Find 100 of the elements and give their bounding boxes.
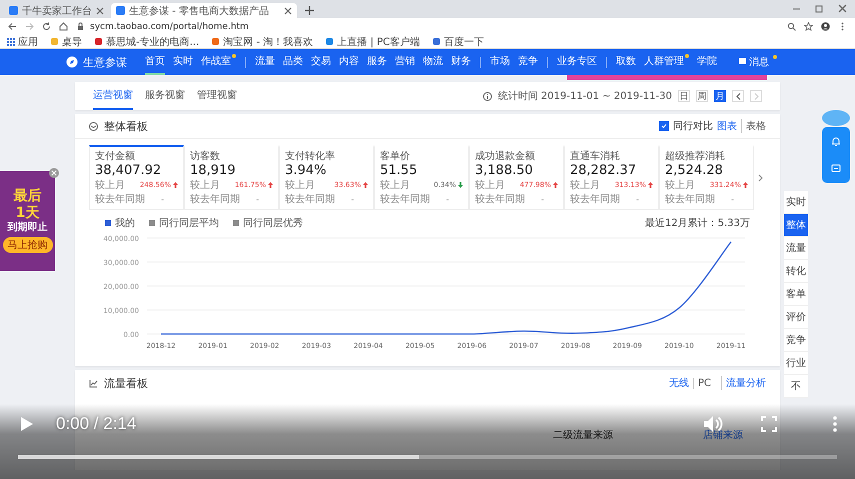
checkbox-label: 同行对比: [673, 120, 713, 133]
bookmark[interactable]: 慕思城-专业的电商...: [94, 34, 200, 48]
nav-item[interactable]: 实时: [173, 49, 193, 75]
bookmark[interactable]: 桌导: [50, 34, 82, 48]
nav-item[interactable]: 业务专区: [557, 49, 597, 75]
nav-item[interactable]: 内容: [339, 49, 359, 75]
previous-button[interactable]: [732, 90, 744, 102]
period-button[interactable]: 月: [714, 90, 726, 102]
nav-item[interactable]: 营销: [395, 49, 415, 75]
comparison-label: 较上月: [665, 178, 695, 192]
change-value: -: [256, 194, 259, 204]
section-nav-item[interactable]: 流量: [784, 237, 808, 260]
bookmark[interactable]: 淘宝网 - 淘！我喜欢: [211, 34, 314, 48]
fullscreen-button[interactable]: [761, 416, 777, 432]
account-icon[interactable]: [821, 22, 830, 31]
nav-item[interactable]: 市场: [490, 49, 510, 75]
legend-item[interactable]: 我的: [105, 216, 135, 230]
bookmark-icon: [94, 37, 103, 46]
chat-icon[interactable]: [831, 164, 841, 174]
change-value: -: [541, 194, 544, 204]
ad-text: 最后: [14, 189, 42, 204]
comparison-label: 较去年同期: [665, 192, 715, 206]
zoom-icon[interactable]: [787, 22, 796, 31]
total-summary: 最近12月累计：5.33万: [645, 216, 750, 230]
card-title: 流量看板: [104, 376, 148, 390]
compass-icon: [66, 56, 78, 68]
close-icon[interactable]: [96, 6, 104, 14]
section-nav-item[interactable]: 转化: [784, 260, 808, 283]
nav-item[interactable]: 品类: [283, 49, 303, 75]
metric-label: 超级推荐消耗: [665, 150, 726, 163]
section-nav-item[interactable]: 行业: [784, 352, 808, 375]
comparison-label: 较上月: [285, 178, 315, 192]
bookmark[interactable]: 百度一下: [432, 34, 484, 48]
page-icon: [116, 6, 125, 15]
close-icon[interactable]: [284, 6, 292, 14]
star-icon[interactable]: [804, 22, 813, 31]
close-icon[interactable]: [49, 168, 59, 178]
section-label: 二级流量来源: [553, 430, 613, 442]
section-nav-item[interactable]: 整体: [784, 214, 808, 237]
progress-track[interactable]: [18, 455, 837, 459]
nav-item[interactable]: 首页: [145, 49, 165, 75]
compare-checkbox[interactable]: [659, 121, 669, 131]
nav-item[interactable]: 竞争: [518, 49, 538, 75]
ad-banner[interactable]: 最后 1天 到期即止 马上抢购: [0, 171, 55, 271]
new-tab-icon[interactable]: [305, 6, 314, 15]
section-nav-item[interactable]: 不: [784, 375, 808, 398]
metric-value: 3,188.50: [475, 163, 534, 178]
nav-item[interactable]: 财务: [451, 49, 471, 75]
info-icon: [482, 92, 492, 100]
metric-value: 51.55: [380, 163, 418, 178]
nav-item[interactable]: 取数: [616, 49, 636, 75]
metric-value: 28,282.37: [570, 163, 638, 178]
nav-item[interactable]: 作战室: [201, 49, 236, 75]
nav-item[interactable]: 流量: [255, 49, 275, 75]
browser-tab[interactable]: 千牛卖家工作台: [4, 3, 109, 18]
bookmark[interactable]: 应用: [6, 34, 38, 48]
browser-tab[interactable]: 生意参谋 - 零售电商大数据产品: [111, 3, 297, 18]
view-tab[interactable]: 管理视窗: [197, 82, 237, 110]
chevron-right-icon: [758, 174, 762, 182]
app-logo[interactable]: 生意参谋: [66, 54, 127, 70]
platform-link[interactable]: 无线: [668, 376, 689, 390]
buy-button[interactable]: 马上抢购: [2, 236, 52, 253]
more-options-button[interactable]: [833, 416, 837, 432]
play-button[interactable]: [20, 416, 34, 432]
nav-item[interactable]: 学院: [697, 49, 717, 75]
bookmark-icon: [211, 37, 220, 46]
metric-value: 18,919: [190, 163, 236, 178]
period-button[interactable]: 周: [696, 90, 708, 102]
analysis-link[interactable]: 流量分析: [721, 376, 766, 390]
view-tab[interactable]: 服务视窗: [145, 82, 185, 110]
section-nav-item[interactable]: 评价: [784, 306, 808, 329]
restore-icon[interactable]: [815, 4, 824, 13]
nav-item[interactable]: 人群管理: [644, 49, 689, 75]
ad-text: 到期即止: [8, 222, 48, 233]
period-button[interactable]: 日: [678, 90, 690, 102]
section-nav-item[interactable]: 客单: [784, 283, 808, 306]
section-nav-item[interactable]: 竞争: [784, 329, 808, 352]
nav-item[interactable]: 服务: [367, 49, 387, 75]
lock-icon: [76, 22, 85, 31]
back-icon[interactable]: [8, 22, 17, 31]
nav-item[interactable]: 交易: [311, 49, 331, 75]
bookmark[interactable]: 上直播 | PC客户端: [325, 34, 420, 48]
view-toggle[interactable]: 表格: [741, 119, 766, 133]
ad-text: 1天: [16, 206, 40, 221]
card-title: 整体看板: [104, 118, 148, 134]
reload-icon[interactable]: [42, 22, 51, 31]
legend-item[interactable]: 同行同层平均: [149, 216, 219, 230]
bell-icon[interactable]: [831, 136, 841, 146]
close-icon[interactable]: [838, 4, 847, 13]
metric-value: 38,407.92: [95, 163, 162, 178]
nav-item[interactable]: 物流: [423, 49, 443, 75]
apps-icon: [6, 37, 15, 46]
message-link[interactable]: 消息: [739, 55, 777, 69]
view-tab[interactable]: 运营视窗: [93, 82, 133, 110]
view-toggle[interactable]: 图表: [717, 119, 737, 133]
legend-item[interactable]: 同行同层优秀: [233, 216, 303, 230]
chevron-right-icon: [754, 92, 758, 100]
home-icon[interactable]: [59, 22, 68, 31]
comparison-label: 较去年同期: [95, 192, 145, 206]
platform-link[interactable]: PC: [692, 378, 711, 388]
